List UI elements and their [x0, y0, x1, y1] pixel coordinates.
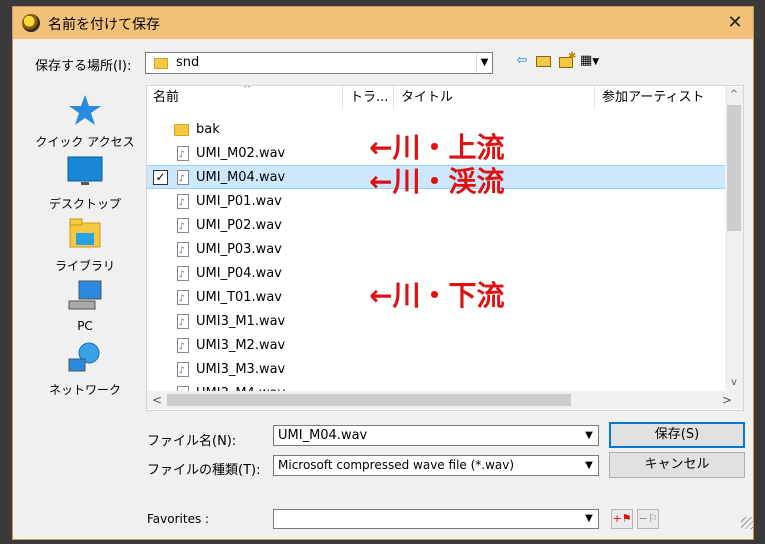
- list-item[interactable]: UMI_P03.wav: [147, 238, 725, 263]
- filename-value: UMI_M04.wav: [278, 428, 368, 443]
- scroll-left-icon[interactable]: <: [149, 391, 165, 409]
- favorites-combo[interactable]: ▼: [273, 509, 599, 529]
- filetype-label: ファイルの種類(T):: [147, 463, 261, 478]
- filetype-select[interactable]: Microsoft compressed wave file (*.wav) ▼: [273, 455, 599, 476]
- favorites-label: Favorites :: [147, 512, 210, 526]
- list-item[interactable]: UMI_P02.wav: [147, 214, 725, 239]
- folder-icon: [154, 58, 168, 69]
- save-button[interactable]: 保存(S): [609, 422, 745, 448]
- list-item[interactable]: UMI3_M3.wav: [147, 358, 725, 383]
- back-arrow-icon[interactable]: ⇦: [513, 53, 531, 69]
- location-combo[interactable]: snd ▼: [145, 52, 493, 74]
- folder-icon: [174, 124, 189, 136]
- cancel-button[interactable]: キャンセル: [609, 452, 745, 478]
- library-icon: [67, 217, 103, 251]
- resize-grip-icon[interactable]: [741, 517, 753, 529]
- location-value: snd: [176, 55, 200, 70]
- pc-icon: [67, 279, 103, 313]
- new-folder-icon[interactable]: ✱: [558, 51, 576, 69]
- network-icon: [67, 341, 103, 375]
- location-label: 保存する場所(I):: [35, 59, 132, 74]
- star-icon: [67, 93, 103, 127]
- close-icon[interactable]: ✕: [723, 11, 747, 35]
- desktop-icon: [67, 155, 103, 189]
- app-icon: [22, 14, 40, 32]
- annotation-downstream: ←川・下流: [369, 279, 505, 312]
- list-item[interactable]: UMI3_M2.wav: [147, 334, 725, 359]
- chevron-down-icon[interactable]: ▼: [580, 510, 598, 528]
- add-favorite-icon[interactable]: +⚑: [611, 509, 633, 529]
- wav-file-icon: [177, 263, 189, 287]
- window-title: 名前を付けて保存: [48, 17, 160, 33]
- wav-file-icon: [177, 167, 189, 191]
- filetype-value: Microsoft compressed wave file (*.wav): [278, 458, 515, 472]
- vertical-scrollbar[interactable]: ^ v: [725, 87, 743, 393]
- wav-file-icon: [177, 143, 189, 167]
- up-folder-icon[interactable]: [535, 53, 553, 69]
- vertical-scroll-thumb[interactable]: [727, 105, 741, 231]
- filename-label: ファイル名(N):: [147, 434, 237, 449]
- sort-ascending-icon: ^: [243, 85, 252, 95]
- wav-file-icon: [177, 287, 189, 311]
- file-list[interactable]: 名前 ^ トラ... タイトル 参加アーティスト bak UMI_M02.wav…: [146, 85, 744, 411]
- wav-file-icon: [177, 191, 189, 215]
- horizontal-scrollbar[interactable]: < >: [147, 391, 743, 409]
- wav-file-icon: [177, 359, 189, 383]
- column-header-title[interactable]: タイトル: [395, 86, 595, 110]
- filename-input[interactable]: UMI_M04.wav ▼: [273, 425, 599, 446]
- annotation-mountain-stream: ←川・渓流: [369, 165, 505, 198]
- scroll-up-icon[interactable]: ^: [725, 87, 743, 103]
- wav-file-icon: [177, 335, 189, 359]
- chevron-down-icon[interactable]: ▼: [580, 426, 598, 445]
- places-bar: クイック アクセス デスクトップ ライブラリ PC ネットワーク: [23, 85, 147, 405]
- chevron-down-icon[interactable]: ▼: [580, 456, 598, 475]
- column-header-artist[interactable]: 参加アーティスト: [596, 86, 726, 110]
- wav-file-icon: [177, 215, 189, 239]
- chevron-down-icon[interactable]: ▼: [476, 53, 492, 73]
- horizontal-scroll-thumb[interactable]: [167, 394, 571, 406]
- wav-file-icon: [177, 239, 189, 263]
- checkbox-checked-icon[interactable]: ✓: [153, 170, 168, 185]
- column-header-track[interactable]: トラ...: [344, 86, 394, 110]
- scroll-down-icon[interactable]: v: [725, 375, 743, 391]
- title-bar[interactable]: 名前を付けて保存 ✕: [13, 7, 753, 39]
- wav-file-icon: [177, 311, 189, 335]
- remove-favorite-icon[interactable]: −⚐: [637, 509, 659, 529]
- save-dialog: 名前を付けて保存 ✕ 保存する場所(I): snd ▼ ⇦ ✱ ▦▼ クイック …: [12, 6, 754, 540]
- scroll-right-icon[interactable]: >: [719, 391, 735, 409]
- view-menu-icon[interactable]: ▦▼: [580, 53, 608, 69]
